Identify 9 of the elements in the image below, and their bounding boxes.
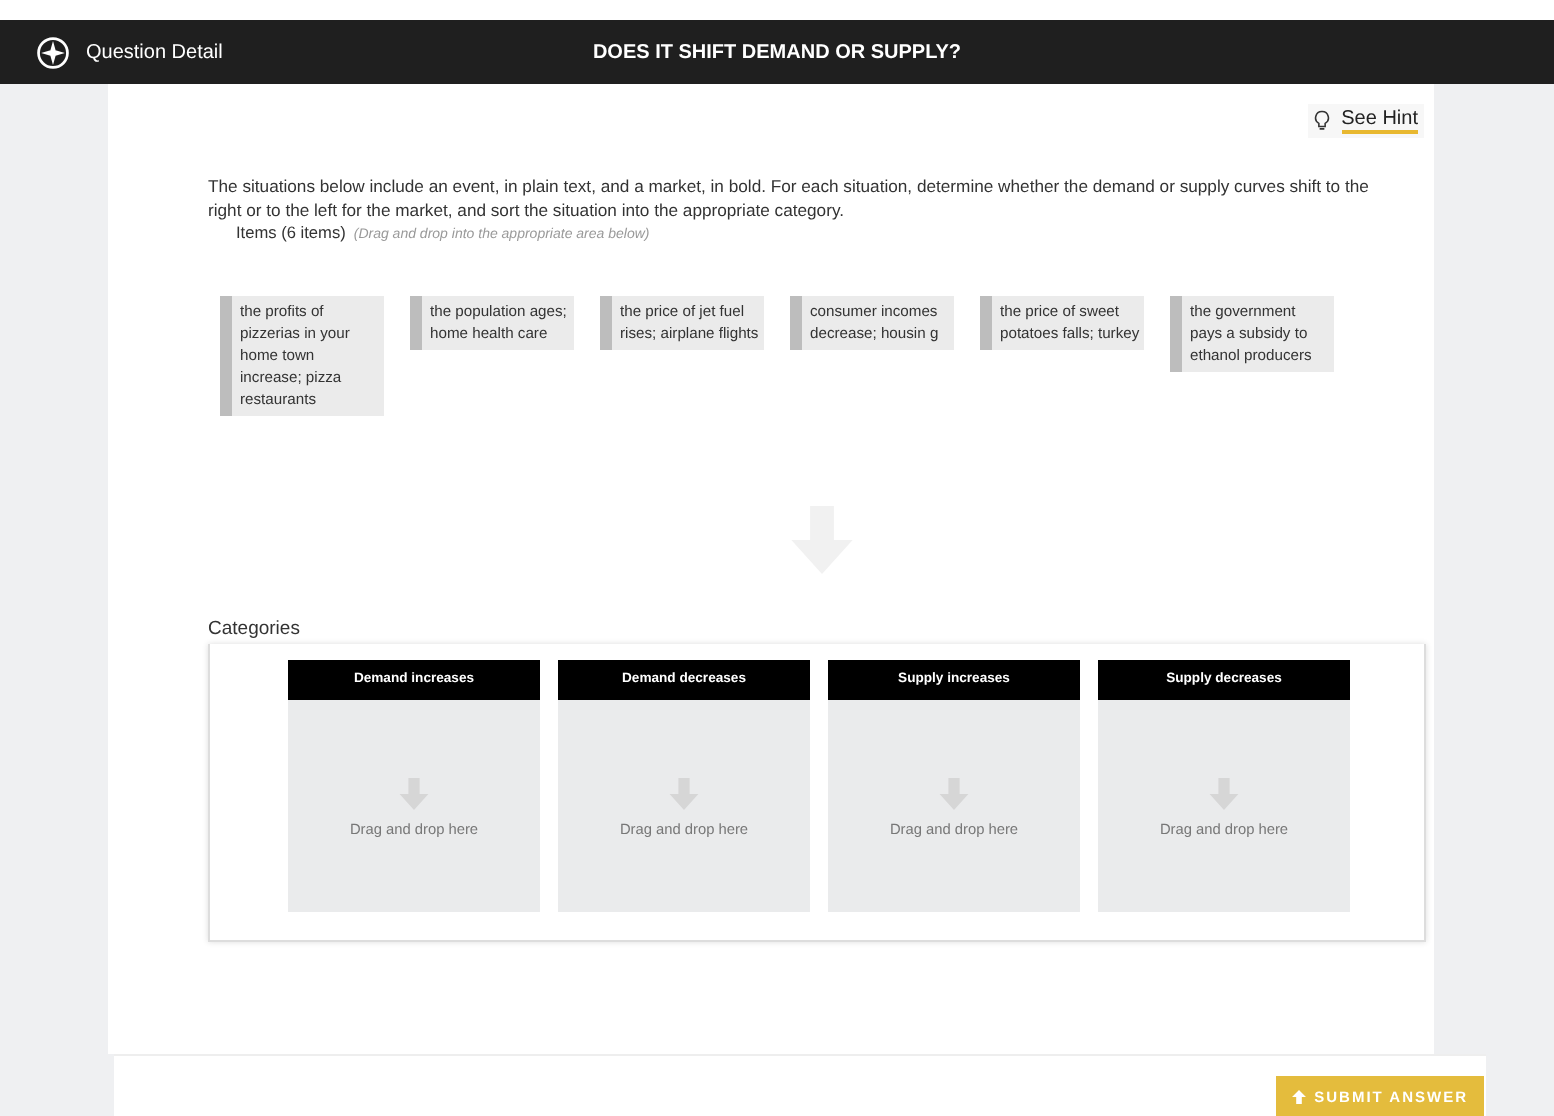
page-title: Question Detail <box>86 41 223 63</box>
items-heading: Items (6 items) <box>236 222 346 242</box>
see-hint-link[interactable]: See Hint <box>1307 104 1424 138</box>
lightbulb-icon <box>1313 110 1330 132</box>
categories-heading: Categories <box>208 618 302 640</box>
upload-icon <box>1292 1089 1307 1103</box>
compass-icon <box>36 35 70 69</box>
question-title: DOES IT SHIFT DEMAND OR SUPPLY? <box>592 41 962 63</box>
instructions-text: The situations below include an event, in plain text, and a market, in bold. For each situation, determine whether the demand or supply curves shift to the right or to the left for the market, and sort the situation into the appropriate category. <box>208 174 1371 222</box>
